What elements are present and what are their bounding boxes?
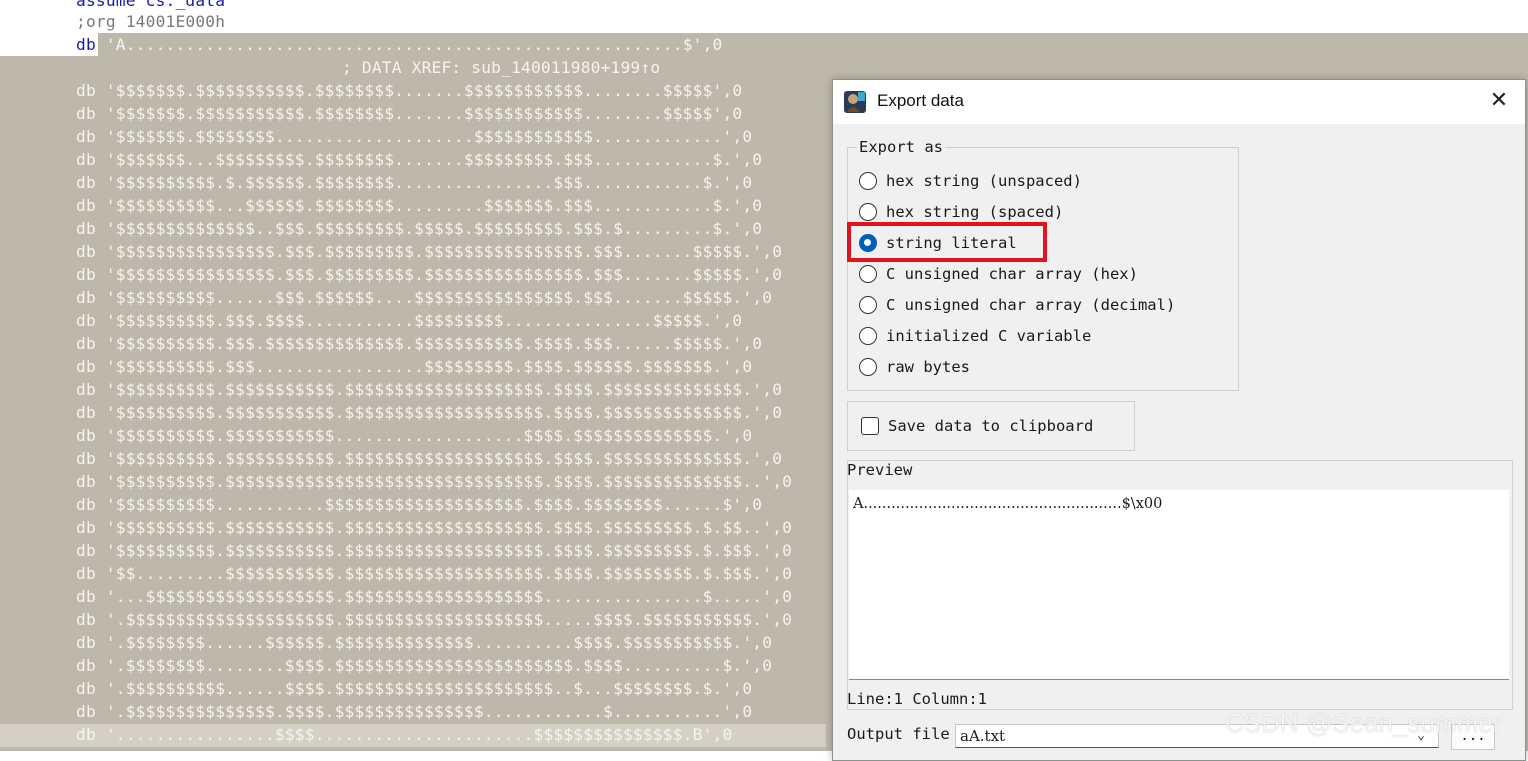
db-line[interactable]: db '$$$$$$$$$$.$$$.$$$$$$$$$$$$$$.$$$$$$… bbox=[76, 332, 762, 355]
cursor-position-status: Line:1 Column:1 bbox=[847, 690, 987, 708]
db-line[interactable]: db '$$$$$$$$$$.$$$.$$$$...........$$$$$$… bbox=[76, 309, 742, 332]
db-line[interactable]: db '.$$$$$$$$$$$$$$$$$$$$$.$$$$$$$$$$$$$… bbox=[76, 608, 792, 631]
db-line[interactable]: db '$$$$$$$$$$$$$$..$$$.$$$$$$$$$.$$$$$.… bbox=[76, 217, 762, 240]
radio-label: C unsigned char array (decimal) bbox=[886, 296, 1176, 314]
db-line[interactable]: db '.$$$$$$$$........$$$$.$$$$$$$$$$$$$$… bbox=[76, 654, 772, 677]
radio-hex-unspaced[interactable]: hex string (unspaced) bbox=[859, 169, 1082, 193]
radio-raw-bytes[interactable]: raw bytes bbox=[859, 355, 970, 379]
radio-circle-icon[interactable] bbox=[859, 203, 877, 221]
db-line[interactable]: db '...$$$$$$$$$$$$$$$$$$$.$$$$$$$$$$$$$… bbox=[76, 585, 792, 608]
db-line[interactable]: db '$$$$$$$$$$...$$$$$$.$$$$$$$$........… bbox=[76, 194, 762, 217]
radio-circle-icon[interactable] bbox=[859, 265, 877, 283]
db-line[interactable]: db '$$$$$$$$$$.$$$$$$$$$$$..............… bbox=[76, 424, 752, 447]
db-line[interactable]: db '$$$$$$$$$$.$$$$$$$$$$$.$$$$$$$$$$$$$… bbox=[76, 447, 782, 470]
db-line[interactable]: db '$$$$$$$$$$$$$$$$.$$$.$$$$$$$$$.$$$$$… bbox=[76, 240, 782, 263]
db-line[interactable]: db '$$.........$$$$$$$$$$$.$$$$$$$$$$$$$… bbox=[76, 562, 792, 585]
dialog-title: Export data bbox=[877, 91, 964, 110]
db-line[interactable]: db '.$$$$$$$$......$$$$$$.$$$$$$$$$$$$$$… bbox=[76, 631, 772, 654]
radio-label: hex string (spaced) bbox=[886, 203, 1064, 221]
radio-circle-icon[interactable] bbox=[859, 358, 877, 376]
radio-label: raw bytes bbox=[886, 358, 970, 376]
ida-app-icon bbox=[844, 91, 866, 113]
radio-label: initialized C variable bbox=[886, 327, 1092, 345]
radio-circle-icon[interactable] bbox=[859, 327, 877, 345]
preview-label: Preview bbox=[847, 461, 913, 479]
radio-initialized-c-variable[interactable]: initialized C variable bbox=[859, 324, 1091, 348]
db-line[interactable]: db '$$$$$$$...$$$$$$$$$.$$$$$$$$.......$… bbox=[76, 148, 762, 171]
watermark: CSDN @Sean_summer bbox=[1225, 708, 1502, 738]
db-line[interactable]: db '$$$$$$$$$$.$$$$$$$$$$$.$$$$$$$$$$$$$… bbox=[76, 516, 792, 539]
db-line[interactable]: db '$$$$$$$$$$.$$$$$$$$$$$.$$$$$$$$$$$$$… bbox=[76, 401, 782, 424]
first-db-value: 'A......................................… bbox=[95, 35, 723, 54]
db-line[interactable]: db '.$$$$$$$$$$$$$$$.$$$$.$$$$$$$$$$$$$$… bbox=[76, 700, 752, 723]
db-line[interactable]: db '$$$$$$$$$$......$$$.$$$$$$....$$$$$$… bbox=[76, 286, 772, 309]
radio-label: C unsigned char array (hex) bbox=[886, 265, 1138, 283]
db-line[interactable]: db '$$$$$$$$$$.$$$.................$$$$$… bbox=[76, 355, 752, 378]
dialog-titlebar[interactable]: Export data ✕ bbox=[833, 80, 1525, 124]
export-data-dialog: Export data ✕ Export as hex string (unsp… bbox=[832, 79, 1526, 761]
db-line[interactable]: db '$$$$$$$$$$.$$$$$$$$$$$.$$$$$$$$$$$$$… bbox=[76, 539, 792, 562]
db-line[interactable]: db '$$$$$$$$$$...........$$$$$$$$$$$$$$$… bbox=[76, 493, 762, 516]
output-file-label: Output file bbox=[847, 725, 950, 743]
db-keyword-highlight: db bbox=[76, 35, 96, 54]
export-as-label: Export as bbox=[857, 138, 945, 156]
radio-circle-icon[interactable] bbox=[859, 172, 877, 190]
db-line[interactable]: db '................$$$$................… bbox=[76, 723, 732, 746]
db-line[interactable]: db '$$$$$$$.$$$$$$$$....................… bbox=[76, 125, 752, 148]
first-db-line[interactable]: db 'A...................................… bbox=[76, 33, 723, 56]
db-line[interactable]: db '$$$$$$$$$$.$$$$$$$$$$$$$$$$$$$$$$$$$… bbox=[76, 470, 792, 493]
db-line[interactable]: db '$$$$$$$$$$$$$$$$.$$$.$$$$$$$$$.$$$$$… bbox=[76, 263, 782, 286]
checkbox-icon[interactable] bbox=[861, 417, 879, 435]
preview-textarea[interactable]: A.......................................… bbox=[849, 490, 1509, 680]
db-line[interactable]: db '.$$$$$$$$$$......$$$$.$$$$$$$$$$$$$$… bbox=[76, 677, 752, 700]
save-to-clipboard-checkbox[interactable]: Save data to clipboard bbox=[861, 414, 1093, 438]
close-icon[interactable]: ✕ bbox=[1487, 90, 1511, 114]
radio-c-array-decimal[interactable]: C unsigned char array (decimal) bbox=[859, 293, 1175, 317]
radio-hex-spaced[interactable]: hex string (spaced) bbox=[859, 200, 1063, 224]
xref-comment[interactable]: ; DATA XREF: sub_140011980+199↑o bbox=[342, 56, 660, 79]
db-line[interactable]: db '$$$$$$$.$$$$$$$$$$$.$$$$$$$$.......$… bbox=[76, 79, 742, 102]
radio-c-array-hex[interactable]: C unsigned char array (hex) bbox=[859, 262, 1138, 286]
red-highlight-box bbox=[847, 222, 1047, 262]
org-comment-line[interactable]: ;org 14001E000h bbox=[76, 10, 225, 33]
db-line[interactable]: db '$$$$$$$$$$.$.$$$$$$.$$$$$$$$........… bbox=[76, 171, 752, 194]
checkbox-label: Save data to clipboard bbox=[888, 417, 1094, 435]
db-line[interactable]: db '$$$$$$$.$$$$$$$$$$$.$$$$$$$$.......$… bbox=[76, 102, 742, 125]
db-line[interactable]: db '$$$$$$$$$$.$$$$$$$$$$$.$$$$$$$$$$$$$… bbox=[76, 378, 782, 401]
radio-label: hex string (unspaced) bbox=[886, 172, 1082, 190]
radio-circle-icon[interactable] bbox=[859, 296, 877, 314]
